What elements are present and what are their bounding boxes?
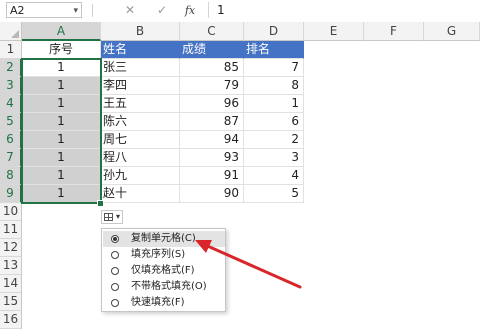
enter-icon[interactable]: ✓ xyxy=(154,2,170,18)
formula-input[interactable]: 1 xyxy=(208,2,476,18)
column-header-d[interactable]: D xyxy=(244,22,304,41)
cell-b9[interactable]: 赵十 xyxy=(101,185,180,203)
row-header-2[interactable]: 2 xyxy=(0,59,22,77)
cell-c7[interactable]: 93 xyxy=(180,149,244,167)
cell-b4[interactable]: 王五 xyxy=(101,95,180,113)
row-header-16[interactable]: 16 xyxy=(0,311,22,329)
cell-c9[interactable]: 90 xyxy=(180,185,244,203)
row-header-13[interactable]: 13 xyxy=(0,257,22,275)
menu-item-label: 仅填充格式(F) xyxy=(131,265,195,276)
fill-handle[interactable] xyxy=(97,200,104,207)
cell-a8[interactable]: 1 xyxy=(22,167,101,185)
column-header-c[interactable]: C xyxy=(180,22,244,41)
cell-b6[interactable]: 周七 xyxy=(101,131,180,149)
row-header-6[interactable]: 6 xyxy=(0,131,22,149)
autofill-options-icon xyxy=(104,213,113,221)
row-header-11[interactable]: 11 xyxy=(0,221,22,239)
cell-c5[interactable]: 87 xyxy=(180,113,244,131)
row-header-14[interactable]: 14 xyxy=(0,275,22,293)
cell-c2[interactable]: 85 xyxy=(180,59,244,77)
menu-item-copy-cells[interactable]: 复制单元格(C) xyxy=(103,231,225,247)
cell-d7[interactable]: 3 xyxy=(244,149,304,167)
cell-d4[interactable]: 1 xyxy=(244,95,304,113)
radio-icon[interactable] xyxy=(111,283,119,291)
formula-value: 1 xyxy=(217,3,225,17)
cell-d3[interactable]: 8 xyxy=(244,77,304,95)
cell-c6[interactable]: 94 xyxy=(180,131,244,149)
row-header-3[interactable]: 3 xyxy=(0,77,22,95)
cell-c8[interactable]: 91 xyxy=(180,167,244,185)
menu-item-fill-formatting-only[interactable]: 仅填充格式(F) xyxy=(103,263,225,279)
worksheet-grid: A B C D E F G 1 2 3 4 5 6 7 8 9 10 11 12… xyxy=(0,22,480,330)
row-header-8[interactable]: 8 xyxy=(0,167,22,185)
cell-a5[interactable]: 1 xyxy=(22,113,101,131)
menu-item-fill-series[interactable]: 填充序列(S) xyxy=(103,247,225,263)
formula-bar-divider xyxy=(92,4,93,17)
cell-b7[interactable]: 程八 xyxy=(101,149,180,167)
cell-d6[interactable]: 2 xyxy=(244,131,304,149)
cell-a3[interactable]: 1 xyxy=(22,77,101,95)
cell-c1[interactable]: 成绩 xyxy=(180,41,244,59)
row-header-4[interactable]: 4 xyxy=(0,95,22,113)
column-header-b[interactable]: B xyxy=(101,22,180,41)
cell-a9[interactable]: 1 xyxy=(22,185,101,203)
cell-d9[interactable]: 5 xyxy=(244,185,304,203)
row-header-1[interactable]: 1 xyxy=(0,41,22,59)
cell-d2[interactable]: 7 xyxy=(244,59,304,77)
cell-b5[interactable]: 陈六 xyxy=(101,113,180,131)
radio-selected-icon[interactable] xyxy=(111,235,119,243)
row-header-12[interactable]: 12 xyxy=(0,239,22,257)
cell-d8[interactable]: 4 xyxy=(244,167,304,185)
menu-item-label: 复制单元格(C) xyxy=(131,233,196,244)
radio-icon[interactable] xyxy=(111,299,119,307)
cell-d5[interactable]: 6 xyxy=(244,113,304,131)
radio-icon[interactable] xyxy=(111,251,119,259)
cancel-icon[interactable]: ✕ xyxy=(122,2,138,18)
menu-item-fill-without-formatting[interactable]: 不带格式填充(O) xyxy=(103,279,225,295)
cell-c4[interactable]: 96 xyxy=(180,95,244,113)
cell-a2[interactable]: 1 xyxy=(22,59,101,77)
row-header-7[interactable]: 7 xyxy=(0,149,22,167)
row-header-15[interactable]: 15 xyxy=(0,293,22,311)
column-header-g[interactable]: G xyxy=(424,22,480,41)
column-header-e[interactable]: E xyxy=(304,22,364,41)
name-box-value: A2 xyxy=(10,4,25,17)
cell-b2[interactable]: 张三 xyxy=(101,59,180,77)
column-header-a[interactable]: A xyxy=(22,22,101,41)
cell-c3[interactable]: 79 xyxy=(180,77,244,95)
cell-b1[interactable]: 姓名 xyxy=(101,41,180,59)
chevron-down-icon[interactable]: ▾ xyxy=(73,3,78,19)
row-header-10[interactable]: 10 xyxy=(0,203,22,221)
menu-item-flash-fill[interactable]: 快速填充(F) xyxy=(103,295,225,311)
cell-a4[interactable]: 1 xyxy=(22,95,101,113)
cell-a1[interactable]: 序号 xyxy=(22,41,101,59)
insert-function-icon[interactable]: fx xyxy=(182,2,198,18)
name-box[interactable]: A2 ▾ xyxy=(6,2,82,18)
menu-item-label: 不带格式填充(O) xyxy=(131,281,207,292)
select-all-icon xyxy=(11,30,19,38)
chevron-down-icon: ▾ xyxy=(116,212,121,221)
cell-a6[interactable]: 1 xyxy=(22,131,101,149)
menu-item-label: 填充序列(S) xyxy=(131,249,186,260)
formula-bar: A2 ▾ ✕ ✓ fx 1 xyxy=(0,0,480,23)
cell-d1[interactable]: 排名 xyxy=(244,41,304,59)
row-header-9[interactable]: 9 xyxy=(0,185,22,203)
row-header-5[interactable]: 5 xyxy=(0,113,22,131)
autofill-options-menu: 复制单元格(C) 填充序列(S) 仅填充格式(F) 不带格式填充(O) 快速填充… xyxy=(101,228,226,312)
cell-b3[interactable]: 李四 xyxy=(101,77,180,95)
radio-icon[interactable] xyxy=(111,267,119,275)
autofill-options-button[interactable]: ▾ xyxy=(101,210,123,224)
menu-item-label: 快速填充(F) xyxy=(131,297,185,308)
cell-b8[interactable]: 孙九 xyxy=(101,167,180,185)
select-all-corner[interactable] xyxy=(0,22,22,41)
cell-a7[interactable]: 1 xyxy=(22,149,101,167)
column-header-f[interactable]: F xyxy=(364,22,424,41)
